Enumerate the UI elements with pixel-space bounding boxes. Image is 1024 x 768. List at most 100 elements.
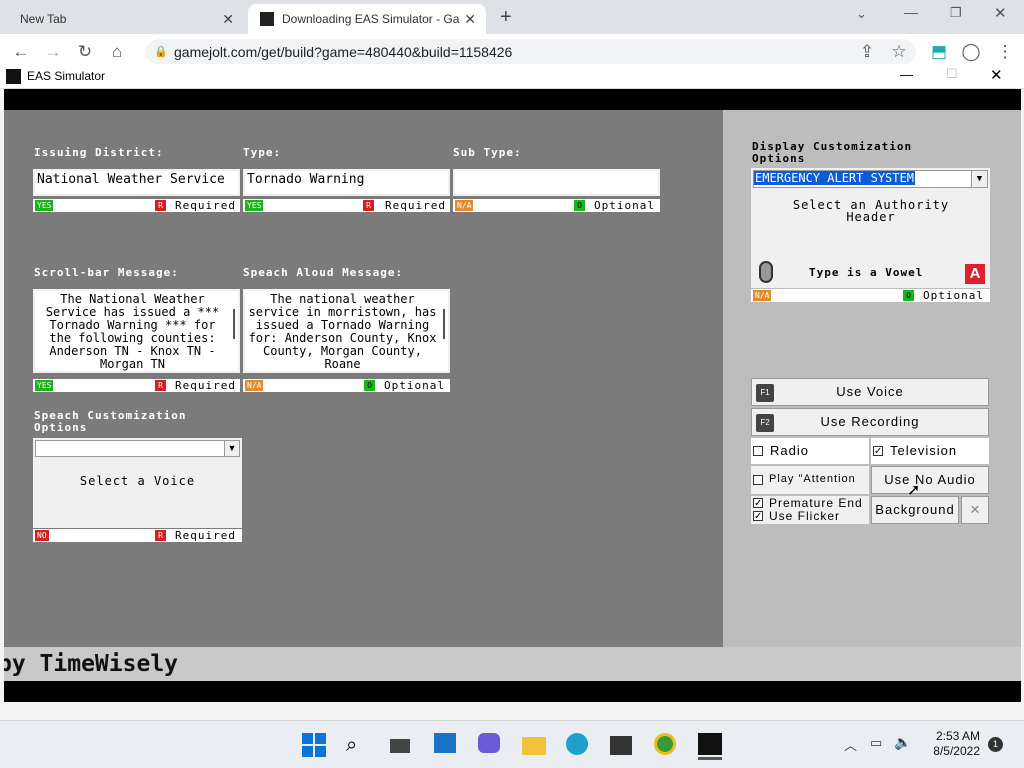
chrome-icon[interactable] — [654, 733, 678, 757]
back-icon[interactable]: ← — [10, 42, 32, 62]
new-tab-button[interactable]: + — [500, 6, 512, 29]
network-icon[interactable]: ▭ — [870, 735, 882, 751]
clear-background-icon[interactable]: ✕ — [961, 496, 989, 524]
display-options-panel: EMERGENCY ALERT SYSTEM ▼ Select an Autho… — [751, 168, 990, 258]
tab-downloading[interactable]: Downloading EAS Simulator - Ga ✕ — [248, 4, 486, 34]
extension-icon[interactable]: ⬒ — [928, 42, 950, 62]
tab-title: New Tab — [20, 12, 67, 26]
optional-icon: O — [364, 380, 375, 391]
app-icon — [6, 69, 21, 84]
volume-icon[interactable]: 🔈 — [894, 734, 911, 751]
use-recording-button[interactable]: F2 Use Recording — [751, 408, 989, 436]
television-checkbox[interactable]: ✓ — [873, 446, 883, 457]
sub-type-label: Sub Type: — [453, 146, 522, 159]
tab-new-tab[interactable]: New Tab ✕ — [8, 4, 244, 34]
sub-type-field[interactable] — [453, 169, 660, 196]
voice-select[interactable]: ▼ — [35, 440, 240, 457]
scrollbar[interactable] — [233, 309, 235, 339]
optional-text: Optional — [594, 199, 655, 212]
url-text: gamejolt.com/get/build?game=480440&build… — [174, 44, 513, 60]
required-text: Required — [175, 199, 236, 212]
optional-text: Optional — [384, 379, 445, 392]
edge-icon[interactable] — [566, 733, 590, 757]
radio-option[interactable]: Radio — [751, 438, 869, 464]
premature-end-checkbox[interactable]: ✓ — [753, 498, 763, 509]
profile-icon[interactable]: ◯ — [960, 42, 982, 62]
menu-icon[interactable]: ⋮ — [994, 42, 1016, 62]
use-no-audio-button[interactable]: Use No Audio — [871, 466, 989, 494]
home-icon[interactable]: ⌂ — [106, 42, 128, 62]
share-icon[interactable]: ⇪ — [856, 42, 878, 62]
reload-icon[interactable]: ↻ — [74, 42, 96, 62]
minimize-icon[interactable]: — — [904, 4, 918, 20]
scrollbar[interactable] — [443, 309, 445, 339]
required-icon: R — [155, 530, 166, 541]
taskbar: ⌕ ︿ ▭ 🔈 2:53 AM 8/5/2022 1 — [0, 720, 1024, 768]
required-icon: R — [155, 380, 166, 391]
restore-icon[interactable]: ❐ — [950, 5, 962, 21]
favicon-icon — [260, 12, 274, 26]
required-text: Required — [385, 199, 446, 212]
display-options-label: Display Customization Options — [752, 140, 913, 165]
task-view-icon[interactable] — [390, 733, 414, 757]
search-icon[interactable]: ⌕ — [346, 733, 370, 757]
vowel-text: Type is a Vowel — [809, 266, 924, 279]
chevron-down-icon[interactable]: ▼ — [971, 171, 987, 187]
clock[interactable]: 2:53 AM 8/5/2022 — [920, 729, 980, 759]
tab-search-icon[interactable]: ⌄ — [856, 6, 867, 22]
checkbox-group: ✓ Premature End ✓ Use Flicker — [751, 496, 869, 524]
display-options-status: N/A O Optional — [751, 289, 990, 302]
required-text: Required — [175, 529, 236, 542]
sub-type-status: N/A O Optional — [453, 199, 660, 212]
play-attention-checkbox[interactable] — [753, 475, 763, 485]
close-icon[interactable]: ✕ — [990, 66, 1003, 84]
file-explorer-icon[interactable] — [522, 733, 546, 757]
speech-message-label: Speach Aloud Message: — [243, 266, 404, 279]
chevron-down-icon[interactable]: ▼ — [224, 441, 239, 456]
minimize-icon[interactable]: — — [900, 67, 913, 82]
app-titlebar: EAS Simulator — ☐ ✕ — [0, 64, 1024, 89]
top-black-bar — [4, 89, 1021, 110]
speech-message-textarea[interactable]: The national weather service in morristo… — [243, 289, 450, 373]
scroll-message-status: YES R Required — [33, 379, 240, 392]
use-flicker-checkbox[interactable]: ✓ — [753, 511, 763, 522]
issuing-district-field[interactable]: National Weather Service — [33, 169, 240, 196]
eas-simulator-taskbar-icon[interactable] — [698, 733, 722, 760]
close-window-icon[interactable]: ✕ — [994, 4, 1007, 22]
play-attention-option[interactable]: Play "Attention — [751, 466, 869, 494]
speech-options-label: Speach Customization Options — [34, 409, 187, 434]
background-label: Background — [875, 502, 955, 517]
widgets-icon[interactable] — [434, 733, 458, 757]
television-option[interactable]: ✓ Television — [871, 438, 989, 464]
forward-icon[interactable]: → — [42, 42, 64, 62]
star-icon[interactable]: ☆ — [888, 42, 910, 62]
tab-title: Downloading EAS Simulator - Ga — [282, 12, 460, 26]
play-attention-label: Play "Attention — [769, 473, 856, 485]
address-bar[interactable]: 🔒 gamejolt.com/get/build?game=480440&bui… — [146, 39, 916, 65]
use-recording-label: Use Recording — [820, 414, 920, 429]
maximize-icon[interactable]: ☐ — [946, 66, 958, 82]
chat-icon[interactable] — [478, 733, 502, 757]
clock-date: 8/5/2022 — [933, 744, 980, 758]
radio-checkbox[interactable] — [753, 446, 763, 456]
notification-badge[interactable]: 1 — [988, 737, 1003, 752]
background-button[interactable]: Background — [871, 496, 959, 524]
scroll-message-textarea[interactable]: The National Weather Service has issued … — [33, 289, 240, 373]
header-select[interactable]: EMERGENCY ALERT SYSTEM ▼ — [753, 170, 988, 188]
required-icon: R — [363, 200, 374, 211]
cursor-icon: ➚ — [907, 482, 921, 499]
close-icon[interactable]: ✕ — [222, 11, 234, 28]
mouse-icon — [759, 261, 773, 283]
speech-options-status: NO R Required — [33, 529, 242, 542]
header-hint: Select an Authority Header — [792, 198, 950, 224]
store-icon[interactable] — [610, 733, 634, 757]
status-badge: YES — [245, 200, 264, 211]
status-badge: NO — [35, 530, 49, 541]
close-icon[interactable]: ✕ — [464, 11, 476, 28]
use-voice-button[interactable]: F1 Use Voice — [751, 378, 989, 406]
bottom-black-bar — [4, 681, 1021, 702]
start-icon[interactable] — [302, 733, 326, 757]
type-field[interactable]: Tornado Warning — [243, 169, 450, 196]
chevron-up-icon[interactable]: ︿ — [844, 735, 857, 754]
use-no-audio-label: Use No Audio — [884, 472, 976, 487]
